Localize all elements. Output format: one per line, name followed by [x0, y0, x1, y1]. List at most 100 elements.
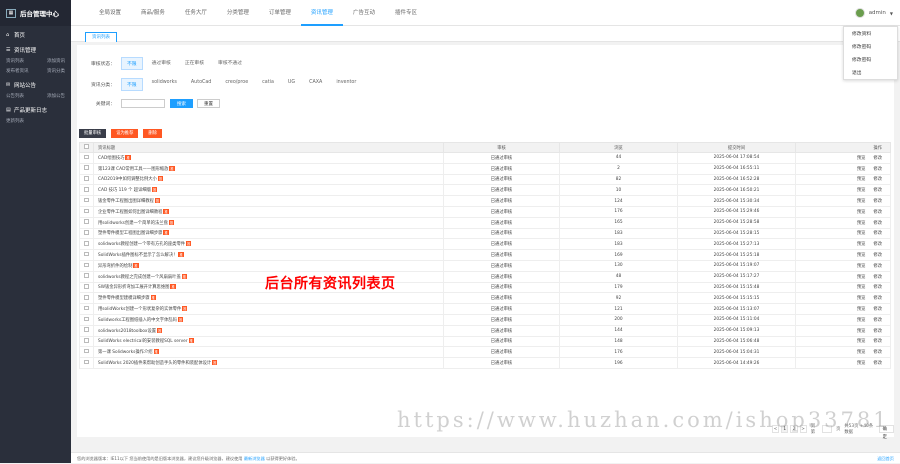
tab-news-list[interactable]: 资讯列表 — [85, 32, 117, 42]
row-title[interactable]: 钣金零件工程图出图详细教程 — [98, 199, 154, 204]
preview-link[interactable]: 预览 — [857, 329, 866, 334]
preview-link[interactable]: 预览 — [857, 242, 866, 247]
preview-link[interactable]: 预览 — [857, 285, 866, 290]
row-checkbox[interactable] — [84, 219, 89, 224]
sidebar-item[interactable]: 发布者资讯 — [6, 68, 29, 74]
top-nav-item[interactable]: 广告互动 — [343, 0, 385, 26]
row-title[interactable]: solidworks2018toolbox设置 — [98, 329, 156, 334]
sidebar-item[interactable]: 添加公告 — [47, 93, 65, 99]
user-menu-trigger[interactable]: admin ▼ — [854, 0, 893, 26]
edit-link[interactable]: 修改 — [873, 329, 882, 334]
preview-link[interactable]: 预览 — [857, 275, 866, 280]
top-nav-item[interactable]: 订单管理 — [259, 0, 301, 26]
sidebar-item[interactable]: 公告列表 — [6, 93, 24, 99]
row-checkbox[interactable] — [84, 305, 89, 311]
select-all-checkbox[interactable] — [84, 144, 89, 149]
row-checkbox[interactable] — [84, 230, 89, 235]
edit-link[interactable]: 修改 — [873, 285, 882, 290]
preview-link[interactable]: 预览 — [857, 307, 866, 312]
preview-link[interactable]: 预览 — [857, 221, 866, 226]
sidebar-section-1[interactable]: ☰ 资讯管理 — [0, 41, 71, 56]
edit-link[interactable]: 修改 — [873, 188, 882, 193]
edit-link[interactable]: 修改 — [873, 242, 882, 247]
edit-link[interactable]: 修改 — [873, 253, 882, 258]
preview-link[interactable]: 预览 — [857, 264, 866, 269]
sidebar-section-2[interactable]: ✉ 网站公告 — [0, 76, 71, 91]
edit-link[interactable]: 修改 — [873, 361, 882, 366]
search-button[interactable]: 搜索 — [170, 99, 193, 108]
preview-link[interactable]: 预览 — [857, 318, 866, 323]
delete-button[interactable]: 删除 — [143, 129, 162, 138]
user-menu-item[interactable]: 修改资料 — [844, 27, 897, 40]
edit-link[interactable]: 修改 — [873, 318, 882, 323]
top-nav-item[interactable]: 插件专区 — [385, 0, 427, 26]
row-title[interactable]: 第123课 CAD常用工具——图形缩放 — [98, 167, 168, 172]
row-title[interactable]: Solidworks工程图纸插入的中文字体乱码 — [98, 318, 177, 323]
category-option[interactable]: CAXA — [304, 78, 327, 91]
row-checkbox[interactable] — [84, 241, 89, 246]
edit-link[interactable]: 修改 — [873, 307, 882, 312]
row-checkbox[interactable] — [84, 208, 89, 214]
row-checkbox[interactable] — [84, 187, 89, 192]
preview-link[interactable]: 预览 — [857, 361, 866, 366]
row-title[interactable]: SolidWorks 2020插件来帮助创造手头的零件和装配体设计 — [98, 361, 211, 366]
preview-link[interactable]: 预览 — [857, 350, 866, 355]
browser-link[interactable]: 最新浏览器 — [244, 456, 265, 461]
edit-link[interactable]: 修改 — [873, 275, 882, 280]
preview-link[interactable]: 预览 — [857, 199, 866, 204]
row-title[interactable]: 塑件零件模型工程图出图详细步骤 — [98, 231, 162, 236]
row-title[interactable]: SolidWorks electrical的安装教程SQL server — [98, 339, 188, 344]
row-checkbox[interactable] — [84, 284, 89, 289]
category-option[interactable]: 不限 — [121, 78, 143, 91]
row-title[interactable]: solidworks教程之完成创建一个风扇扇叶盖 — [98, 275, 181, 280]
top-nav-item[interactable]: 任务大厅 — [175, 0, 217, 26]
set-recommend-button[interactable]: 设为推荐 — [111, 129, 139, 138]
reset-button[interactable]: 重置 — [197, 99, 220, 108]
edit-link[interactable]: 修改 — [873, 210, 882, 215]
row-checkbox[interactable] — [84, 348, 89, 354]
sidebar-item[interactable]: 资讯列表 — [6, 58, 24, 64]
batch-review-button[interactable]: 批量审核 — [79, 129, 107, 138]
edit-link[interactable]: 修改 — [873, 221, 882, 226]
sidebar-section-0[interactable]: ⌂ 首页 — [0, 26, 71, 41]
row-title[interactable]: CAD2019中如何调整比例大小 — [98, 177, 157, 182]
row-checkbox[interactable] — [84, 273, 89, 278]
row-title[interactable]: SolidWorks插件图标不显示了怎么解决！ — [98, 253, 177, 258]
row-checkbox[interactable] — [84, 165, 89, 170]
row-checkbox[interactable] — [84, 316, 89, 322]
row-checkbox[interactable] — [84, 262, 89, 268]
top-nav-item[interactable]: 全局设置 — [89, 0, 131, 26]
user-menu-item[interactable]: 修改密码 — [844, 53, 897, 66]
status-option[interactable]: 正在审核 — [180, 57, 209, 70]
row-title[interactable]: SW钣金异形折弯加工展开计算思维图 — [98, 285, 169, 290]
category-option[interactable]: AutoCad — [186, 78, 216, 91]
row-checkbox[interactable] — [84, 197, 89, 203]
category-option[interactable]: UG — [283, 78, 300, 91]
status-option[interactable]: 通过审核 — [147, 57, 176, 70]
top-nav-item[interactable]: 商品/服务 — [131, 0, 175, 26]
edit-link[interactable]: 修改 — [873, 177, 882, 182]
edit-link[interactable]: 修改 — [873, 199, 882, 204]
sidebar-item[interactable]: 添加资讯 — [47, 58, 65, 64]
status-option[interactable]: 不限 — [121, 57, 143, 70]
edit-link[interactable]: 修改 — [873, 350, 882, 355]
preview-link[interactable]: 预览 — [857, 231, 866, 236]
row-title[interactable]: solidworks教程创建一个带有方孔的座类零件 — [98, 242, 185, 247]
status-option[interactable]: 审核不通过 — [213, 57, 247, 70]
row-checkbox[interactable] — [84, 295, 89, 300]
row-title[interactable]: CAD绘图技巧 — [98, 156, 124, 161]
row-checkbox[interactable] — [84, 338, 89, 343]
sidebar-section-3[interactable]: ▤ 产品更新日志 — [0, 101, 71, 116]
row-title[interactable]: 用solidworks创建一个简单的法兰盘 — [98, 221, 168, 226]
row-checkbox[interactable] — [84, 176, 89, 181]
preview-link[interactable]: 预览 — [857, 167, 866, 172]
back-home-link[interactable]: 返回首页 — [877, 453, 894, 464]
sidebar-item[interactable]: 资讯分类 — [47, 68, 65, 74]
user-menu-item[interactable]: 修改密码 — [844, 40, 897, 53]
row-checkbox[interactable] — [84, 154, 89, 160]
preview-link[interactable]: 预览 — [857, 177, 866, 182]
row-checkbox[interactable] — [84, 359, 89, 365]
edit-link[interactable]: 修改 — [873, 156, 882, 161]
logo[interactable]: ▦ 后台管理中心 — [0, 0, 71, 26]
user-menu-item[interactable]: 退出 — [844, 66, 897, 79]
